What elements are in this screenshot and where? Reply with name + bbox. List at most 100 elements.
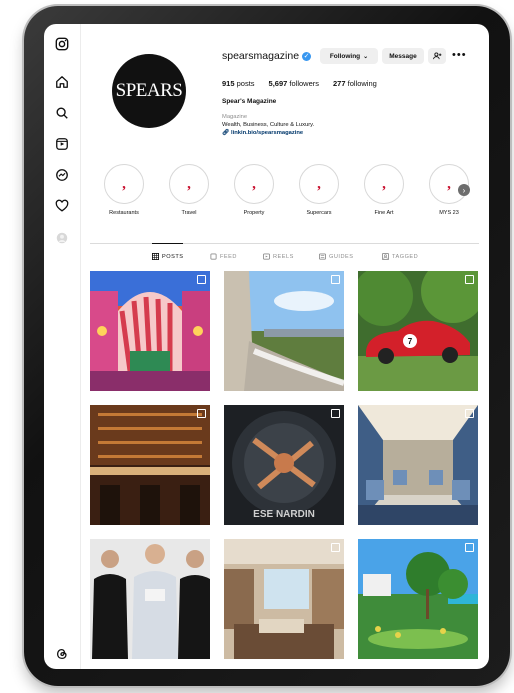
tab-posts[interactable]: POSTS xyxy=(152,243,184,260)
posts-count: 915 xyxy=(222,79,235,88)
explore-icon[interactable] xyxy=(54,136,70,152)
multiple-posts-icon xyxy=(465,543,474,552)
profile-main: SPEARS spearsmagazine ✓ Following ⌄ Mess… xyxy=(80,24,489,669)
multiple-posts-icon xyxy=(197,275,206,284)
watch-brand-text: ESE NARDIN xyxy=(253,509,315,520)
highlight-label: MYS 23 xyxy=(439,210,459,216)
profile-link-text: linkin.bio/spearsmagazine xyxy=(230,130,304,136)
post-image: ESE NARDIN xyxy=(224,405,344,525)
suggest-user-button[interactable] xyxy=(428,48,446,64)
highlight-label: Fine Art xyxy=(374,210,394,216)
post-thumbnail[interactable] xyxy=(358,539,478,659)
post-image xyxy=(90,405,210,525)
post-image xyxy=(90,539,210,659)
highlight-travel[interactable]: , Travel xyxy=(165,164,213,216)
posts-stat: 915 posts xyxy=(222,79,255,88)
more-options-icon[interactable]: ••• xyxy=(452,50,467,61)
profile-category: Magazine xyxy=(222,114,248,120)
grid-icon xyxy=(152,253,159,260)
multiple-posts-icon xyxy=(465,409,474,418)
tab-reels[interactable]: REELS xyxy=(263,253,294,260)
following-label: following xyxy=(347,79,377,88)
tab-tagged[interactable]: TAGGED xyxy=(382,253,418,260)
heart-icon[interactable] xyxy=(54,198,70,214)
posts-grid: 7 ESE NARDIN xyxy=(90,271,478,663)
highlight-supercars[interactable]: , Supercars xyxy=(295,164,343,216)
post-thumbnail[interactable] xyxy=(358,405,478,525)
multiple-posts-icon xyxy=(197,409,206,418)
post-image xyxy=(358,405,478,525)
post-thumbnail[interactable] xyxy=(90,539,210,659)
post-thumbnail[interactable] xyxy=(224,539,344,659)
followers-count: 5,697 xyxy=(268,79,288,88)
car-number: 7 xyxy=(408,337,413,346)
home-icon[interactable] xyxy=(54,74,70,90)
highlight-cover: , xyxy=(299,164,339,204)
full-name: Spear's Magazine xyxy=(222,98,277,105)
highlight-cover: , xyxy=(104,164,144,204)
post-thumbnail[interactable] xyxy=(224,271,344,391)
following-count: 277 xyxy=(333,79,346,88)
instagram-screen: SPEARS spearsmagazine ✓ Following ⌄ Mess… xyxy=(44,24,489,669)
chevron-down-icon: ⌄ xyxy=(363,53,369,60)
post-image xyxy=(358,539,478,659)
messenger-icon[interactable] xyxy=(54,167,70,183)
tab-label: TAGGED xyxy=(392,253,419,260)
tab-feed[interactable]: FEED xyxy=(210,253,237,260)
post-thumbnail[interactable]: ESE NARDIN xyxy=(224,405,344,525)
search-icon[interactable] xyxy=(54,105,70,121)
post-image xyxy=(90,271,210,391)
tab-label: GUIDES xyxy=(329,253,354,260)
tab-label: FEED xyxy=(220,253,237,260)
chevron-right-icon[interactable]: › xyxy=(458,184,470,196)
highlight-restaurants[interactable]: , Restaurants xyxy=(100,164,148,216)
following-stat[interactable]: 277 following xyxy=(333,79,377,88)
profile-link[interactable]: 🔗︎ linkin.bio/spearsmagazine xyxy=(222,130,303,136)
reels-icon xyxy=(263,253,270,260)
post-thumbnail[interactable]: 7 xyxy=(358,271,478,391)
posts-label: posts xyxy=(236,79,255,88)
multiple-posts-icon xyxy=(331,543,340,552)
multiple-posts-icon xyxy=(331,409,340,418)
message-button[interactable]: Message xyxy=(382,48,424,64)
guides-icon xyxy=(319,253,326,260)
highlight-cover: , xyxy=(169,164,209,204)
username-row: spearsmagazine ✓ xyxy=(222,50,312,62)
verified-badge-icon: ✓ xyxy=(302,51,312,61)
highlight-label: Restaurants xyxy=(109,210,139,216)
followers-label: followers xyxy=(289,79,320,88)
side-navigation xyxy=(44,24,81,669)
highlight-cover: , xyxy=(234,164,274,204)
profile-stats: 915 posts 5,697 followers 277 following xyxy=(222,79,377,88)
highlight-cover: , xyxy=(364,164,404,204)
highlight-label: Property xyxy=(243,210,265,216)
multiple-posts-icon xyxy=(331,275,340,284)
tabs-divider xyxy=(90,243,479,244)
tagged-icon xyxy=(382,253,389,260)
highlight-fine-art[interactable]: , Fine Art xyxy=(360,164,408,216)
tab-label: REELS xyxy=(273,253,294,260)
message-button-label: Message xyxy=(389,52,417,60)
multiple-posts-icon xyxy=(465,275,474,284)
avatar[interactable] xyxy=(54,230,70,246)
highlight-property[interactable]: , Property xyxy=(230,164,278,216)
highlight-label: Supercars xyxy=(306,210,332,216)
tab-guides[interactable]: GUIDES xyxy=(319,253,353,260)
username: spearsmagazine xyxy=(222,50,300,62)
link-icon: 🔗︎ xyxy=(222,130,230,136)
feed-icon xyxy=(210,253,217,260)
profile-bio: Wealth, Business, Culture & Luxury. xyxy=(222,122,315,128)
post-thumbnail[interactable] xyxy=(90,405,210,525)
following-button-label: Following xyxy=(329,52,361,60)
threads-icon[interactable] xyxy=(54,646,70,662)
instagram-icon[interactable] xyxy=(54,36,70,52)
profile-logo[interactable]: SPEARS xyxy=(112,54,186,128)
post-thumbnail[interactable] xyxy=(90,271,210,391)
add-person-icon xyxy=(433,52,442,60)
followers-stat[interactable]: 5,697 followers xyxy=(269,79,319,88)
tab-label: POSTS xyxy=(162,253,184,260)
post-image: 7 xyxy=(358,271,478,391)
following-button[interactable]: Following ⌄ xyxy=(320,48,378,64)
post-image xyxy=(224,539,344,659)
post-image xyxy=(224,271,344,391)
